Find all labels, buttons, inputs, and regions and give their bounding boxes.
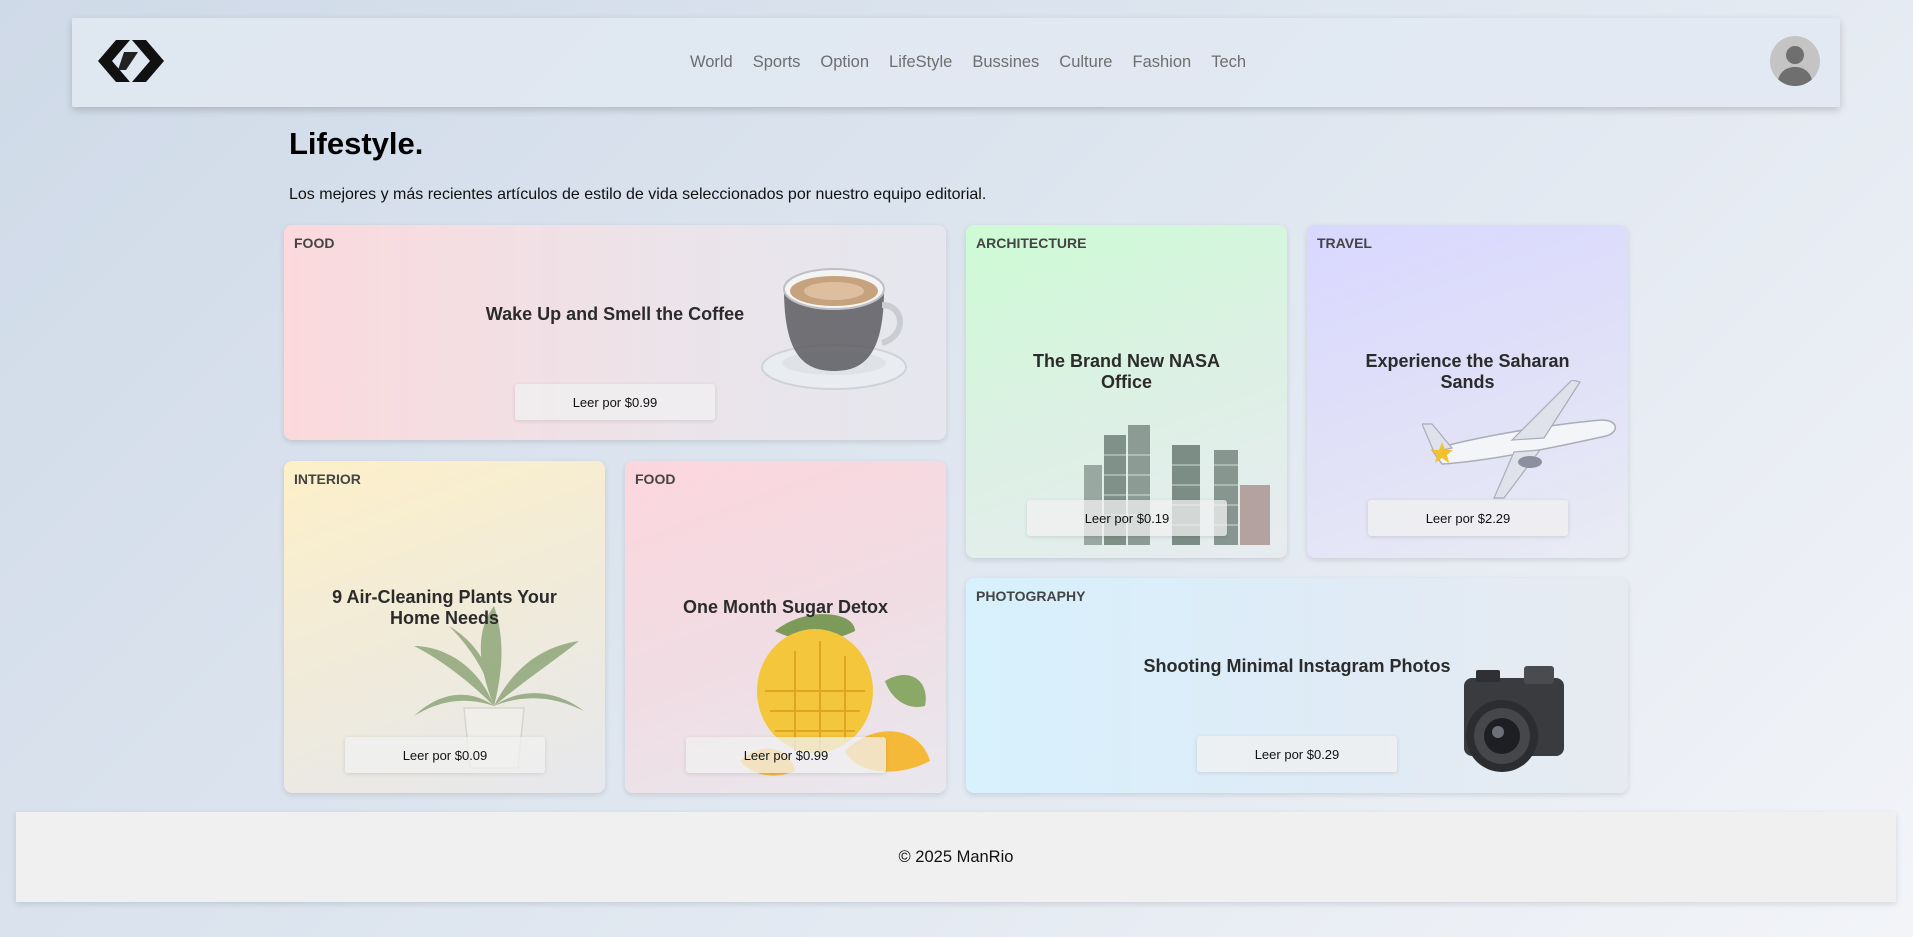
nav-item-bussines[interactable]: Bussines <box>972 53 1039 72</box>
nav-item-tech[interactable]: Tech <box>1211 53 1246 72</box>
card-category: PHOTOGRAPHY <box>976 588 1086 604</box>
card-category: FOOD <box>635 471 676 487</box>
nav-item-fashion[interactable]: Fashion <box>1133 53 1192 72</box>
airplane-icon <box>1422 380 1616 499</box>
read-button[interactable]: Leer por $2.29 <box>1368 500 1568 536</box>
article-card-saharan-sands[interactable]: TRAVEL Experience the Saharan Sands Leer… <box>1307 225 1628 558</box>
footer-copyright: © 2025 ManRio <box>898 847 1014 866</box>
read-button[interactable]: Leer por $0.09 <box>345 737 545 773</box>
nav-item-option[interactable]: Option <box>820 53 869 72</box>
card-title[interactable]: One Month Sugar Detox <box>625 597 946 618</box>
read-button[interactable]: Leer por $0.29 <box>1197 736 1397 772</box>
nav-item-lifestyle[interactable]: LifeStyle <box>889 53 952 72</box>
nav-item-culture[interactable]: Culture <box>1059 53 1112 72</box>
avatar[interactable] <box>1770 36 1820 86</box>
card-category: FOOD <box>294 235 335 251</box>
coffee-cup-icon <box>761 268 907 390</box>
card-title[interactable]: Experience the Saharan Sands <box>1347 351 1588 393</box>
read-button[interactable]: Leer por $0.99 <box>515 384 715 420</box>
read-button[interactable]: Leer por $0.19 <box>1027 500 1227 536</box>
card-category: INTERIOR <box>294 471 361 487</box>
page-title: Lifestyle. <box>289 126 424 161</box>
nav-item-sports[interactable]: Sports <box>753 53 801 72</box>
read-button[interactable]: Leer por $0.99 <box>686 737 886 773</box>
card-category: TRAVEL <box>1317 235 1372 251</box>
article-card-nasa-office[interactable]: ARCHITECTURE The Brand New NASA Office L… <box>966 225 1287 558</box>
article-card-sugar-detox[interactable]: FOOD One Month Sugar Detox Leer por $0.9… <box>625 461 946 793</box>
nav-item-world[interactable]: World <box>690 53 733 72</box>
card-title[interactable]: Wake Up and Smell the Coffee <box>284 304 946 325</box>
card-title[interactable]: The Brand New NASA Office <box>1021 351 1232 393</box>
card-title[interactable]: Shooting Minimal Instagram Photos <box>966 656 1628 677</box>
main-nav: World Sports Option LifeStyle Bussines C… <box>72 18 1840 107</box>
article-card-plants[interactable]: INTERIOR 9 Air-Cleaning Plants Your Home… <box>284 461 605 793</box>
site-header: World Sports Option LifeStyle Bussines C… <box>72 18 1840 107</box>
site-footer: © 2025 ManRio <box>16 812 1896 902</box>
article-card-instagram-photos[interactable]: PHOTOGRAPHY Shooting Minimal Instagram P… <box>966 578 1628 793</box>
card-title[interactable]: 9 Air-Cleaning Plants Your Home Needs <box>324 587 565 629</box>
card-category: ARCHITECTURE <box>976 235 1087 251</box>
user-icon <box>1777 46 1813 86</box>
article-card-coffee[interactable]: FOOD Wake Up and Smell the Coffee Leer p… <box>284 225 946 440</box>
page-subtitle: Los mejores y más recientes artículos de… <box>289 186 987 203</box>
